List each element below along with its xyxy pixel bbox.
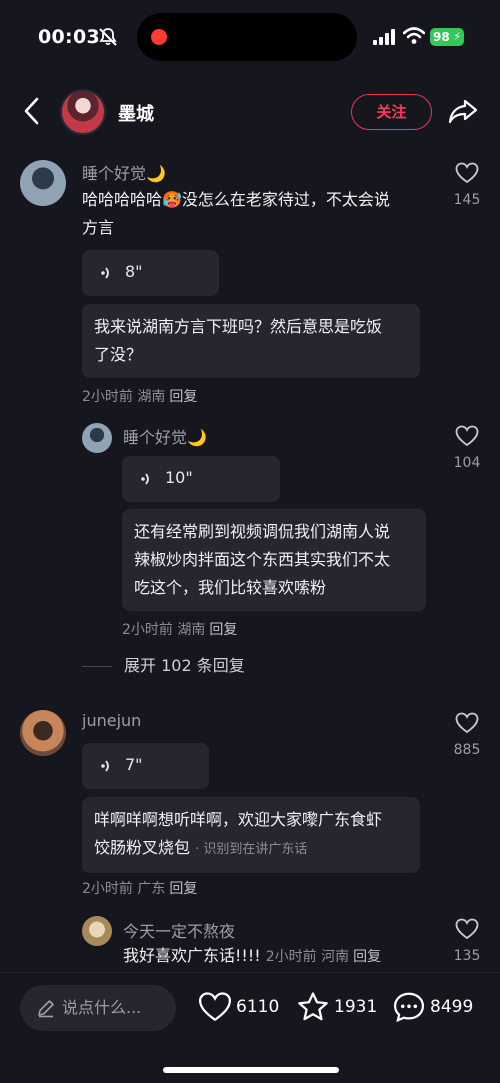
transcript-line: 我来说湖南方言下班吗？然后意思是吃饭 bbox=[94, 317, 383, 336]
voice-wave-icon bbox=[101, 267, 109, 279]
signal-icon bbox=[373, 29, 395, 45]
comment-text: 我好喜欢广东话!!!! 2小时前 河南 回复 bbox=[123, 942, 381, 971]
comment-like[interactable]: 104 bbox=[447, 425, 487, 471]
comment-like[interactable]: 885 bbox=[447, 712, 487, 758]
star-icon[interactable] bbox=[296, 991, 330, 1023]
voice-duration: 8" bbox=[125, 262, 143, 281]
bottom-action-bar: 说点什么... 6110 1931 8499 bbox=[0, 972, 500, 1083]
like-count: 885 bbox=[453, 742, 481, 758]
commenter-name[interactable]: 今天一定不熬夜 bbox=[123, 918, 235, 942]
voice-wave-icon bbox=[101, 760, 109, 772]
voice-duration: 10" bbox=[165, 468, 193, 487]
author-avatar[interactable] bbox=[60, 89, 106, 135]
battery-level: 98 bbox=[433, 30, 450, 44]
reply-button[interactable]: 回复 bbox=[169, 389, 197, 405]
commenter-avatar[interactable] bbox=[82, 423, 112, 453]
transcript-line: 辣椒炒肉拌面这个东西其实我们不太 bbox=[134, 550, 391, 569]
reply-button[interactable]: 回复 bbox=[353, 949, 381, 965]
commenter-name[interactable]: 睡个好觉🌙 bbox=[123, 424, 207, 448]
comment-input-placeholder: 说点什么... bbox=[62, 998, 142, 1017]
mute-bell-icon bbox=[99, 28, 117, 46]
transcript-line: 了没？ bbox=[94, 345, 143, 364]
dialect-hint: · 识别到在讲广东话 bbox=[195, 842, 308, 857]
comment-text: 哈哈哈哈哈🥵没怎么在老家待过，不太会说 方言 bbox=[82, 186, 390, 242]
comment-like[interactable]: 135 bbox=[447, 918, 487, 964]
comment-meta: 2小时前 广东 回复 bbox=[82, 878, 197, 898]
back-arrow-icon[interactable] bbox=[20, 96, 44, 126]
battery-indicator: 98 ⚡ bbox=[430, 28, 464, 46]
heart-icon[interactable] bbox=[455, 162, 479, 184]
comment-text-line: 方言 bbox=[82, 218, 115, 237]
comment-text-line: 哈哈哈哈哈🥵没怎么在老家待过，不太会说 bbox=[82, 190, 390, 209]
comment-time-location: 2小时前 河南 bbox=[265, 949, 350, 965]
like-count: 104 bbox=[453, 455, 481, 471]
heart-icon[interactable] bbox=[455, 918, 479, 940]
favorite-total: 1931 bbox=[334, 997, 378, 1017]
comment-time-location: 2小时前 湖南 bbox=[82, 389, 166, 405]
comment-meta: 2小时前 湖南 回复 bbox=[82, 386, 197, 406]
header: 墨城 关注 bbox=[0, 84, 500, 140]
dynamic-island bbox=[137, 13, 357, 61]
heart-icon[interactable] bbox=[198, 991, 232, 1023]
home-indicator[interactable] bbox=[163, 1067, 339, 1073]
voice-transcript: 咩啊咩啊想听咩啊，欢迎大家嚟广东食虾 饺肠粉叉烧包 · 识别到在讲广东话 bbox=[82, 797, 420, 873]
voice-message[interactable]: 8" bbox=[82, 250, 219, 296]
status-time: 00:03 bbox=[38, 26, 100, 48]
comment-time-location: 2小时前 湖南 bbox=[122, 622, 206, 638]
author-name[interactable]: 墨城 bbox=[118, 100, 154, 126]
like-total: 6110 bbox=[236, 997, 280, 1017]
heart-icon[interactable] bbox=[455, 425, 479, 447]
like-stat[interactable]: 6110 bbox=[198, 991, 280, 1025]
voice-transcript: 还有经常刷到视频调侃我们湖南人说 辣椒炒肉拌面这个东西其实我们不太 吃这个，我们… bbox=[122, 509, 426, 611]
commenter-name[interactable]: junejun bbox=[82, 711, 141, 730]
follow-button[interactable]: 关注 bbox=[351, 94, 432, 130]
voice-duration: 7" bbox=[125, 755, 143, 774]
transcript-text: 饺肠粉叉烧包 bbox=[94, 838, 191, 857]
transcript-line: 还有经常刷到视频调侃我们湖南人说 bbox=[134, 522, 391, 541]
comment-total: 8499 bbox=[430, 997, 474, 1017]
status-bar: 00:03 98 ⚡ bbox=[0, 0, 500, 76]
comment-input[interactable]: 说点什么... bbox=[20, 985, 176, 1031]
reply-button[interactable]: 回复 bbox=[209, 622, 237, 638]
transcript-line: 咩啊咩啊想听咩啊，欢迎大家嚟广东食虾 bbox=[94, 810, 383, 829]
commenter-avatar[interactable] bbox=[82, 916, 112, 946]
comment-bubble-icon[interactable] bbox=[392, 991, 426, 1023]
reply-button[interactable]: 回复 bbox=[169, 881, 197, 897]
voice-message[interactable]: 10" bbox=[122, 456, 280, 502]
wifi-icon bbox=[403, 27, 425, 44]
comment-stat[interactable]: 8499 bbox=[392, 991, 482, 1025]
comment-body: 我好喜欢广东话!!!! bbox=[123, 946, 261, 965]
like-count: 135 bbox=[453, 948, 481, 964]
expand-replies-label: 展开 102 条回复 bbox=[124, 656, 245, 675]
transcript-line: 吃这个，我们比较喜欢嗦粉 bbox=[134, 578, 327, 597]
charging-bolt-icon: ⚡ bbox=[453, 30, 461, 43]
comment-meta: 2小时前 湖南 回复 bbox=[122, 619, 237, 639]
comment-time-location: 2小时前 广东 bbox=[82, 881, 166, 897]
commenter-avatar[interactable] bbox=[20, 160, 66, 206]
comment-meta: 2小时前 河南 回复 bbox=[266, 949, 381, 965]
pen-icon bbox=[38, 1000, 54, 1018]
expand-replies-button[interactable]: 展开 102 条回复 bbox=[82, 652, 245, 676]
share-icon[interactable] bbox=[448, 96, 478, 126]
comment-like[interactable]: 145 bbox=[447, 162, 487, 208]
recording-indicator bbox=[151, 29, 167, 45]
commenter-name[interactable]: 睡个好觉🌙 bbox=[82, 160, 166, 184]
transcript-line: 饺肠粉叉烧包 · 识别到在讲广东话 bbox=[94, 834, 408, 864]
voice-message[interactable]: 7" bbox=[82, 743, 209, 789]
heart-icon[interactable] bbox=[455, 712, 479, 734]
divider-line bbox=[82, 666, 112, 667]
commenter-avatar[interactable] bbox=[20, 710, 66, 756]
favorite-stat[interactable]: 1931 bbox=[296, 991, 378, 1025]
voice-wave-icon bbox=[141, 473, 149, 485]
like-count: 145 bbox=[453, 192, 481, 208]
voice-transcript: 我来说湖南方言下班吗？然后意思是吃饭 了没？ bbox=[82, 304, 420, 378]
